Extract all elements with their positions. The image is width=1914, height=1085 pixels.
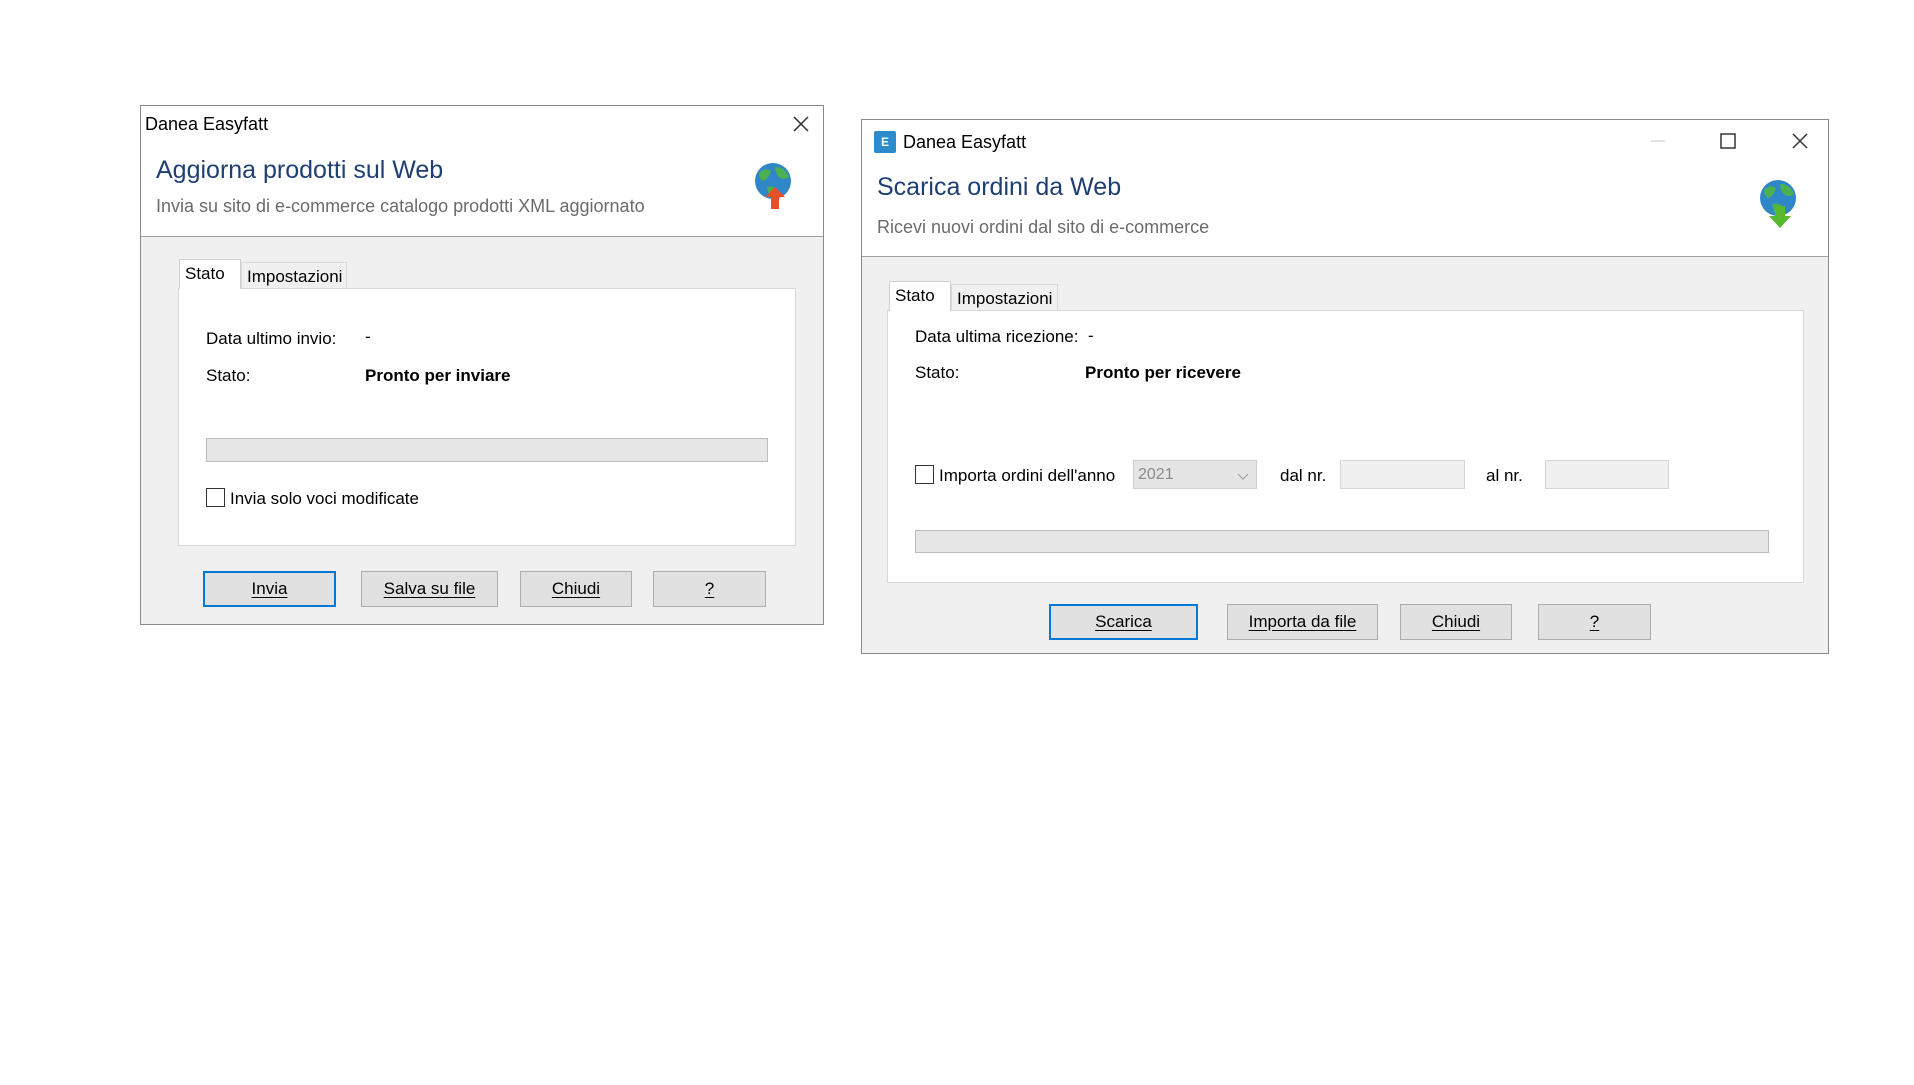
close-button[interactable]: Chiudi: [520, 571, 632, 607]
minimize-icon[interactable]: [1640, 128, 1676, 154]
save-to-file-button[interactable]: Salva su file: [361, 571, 498, 607]
close-button[interactable]: Chiudi: [1400, 604, 1512, 640]
chevron-down-icon: [1237, 469, 1249, 487]
last-receive-value: -: [1088, 326, 1094, 345]
page-subtitle: Ricevi nuovi ordini dal sito di e-commer…: [877, 217, 1210, 237]
from-label: dal nr.: [1280, 466, 1327, 485]
modified-only-label: Invia solo voci modificate: [230, 489, 419, 508]
modified-only-checkbox[interactable]: [206, 488, 225, 507]
help-button[interactable]: ?: [1538, 604, 1651, 640]
window-title: Danea Easyfatt: [903, 132, 1027, 152]
import-from-file-button[interactable]: Importa da file: [1227, 604, 1378, 640]
status-panel: Data ultima ricezione: - Stato: Pronto p…: [887, 310, 1804, 583]
close-icon[interactable]: [1782, 128, 1818, 154]
status-label: Stato:: [915, 363, 960, 382]
status-value: Pronto per inviare: [365, 366, 511, 385]
to-label: al nr.: [1486, 466, 1523, 485]
import-year-checkbox[interactable]: [915, 465, 934, 484]
progress-bar: [206, 438, 768, 462]
status-value: Pronto per ricevere: [1085, 363, 1241, 382]
download-titlebar: E Danea Easyfatt: [862, 120, 1828, 156]
globe-upload-icon: [753, 161, 797, 213]
tab-impostazioni[interactable]: Impostazioni: [951, 284, 1058, 311]
download-header: Scarica ordini da Web Ricevi nuovi ordin…: [862, 156, 1828, 257]
last-send-label: Data ultimo invio:: [206, 329, 337, 348]
page-title: Aggiorna prodotti sul Web: [156, 156, 444, 184]
upload-titlebar: Danea Easyfatt: [141, 106, 823, 140]
globe-download-icon: [1758, 178, 1802, 230]
status-label: Stato:: [206, 366, 251, 385]
maximize-icon[interactable]: [1710, 128, 1746, 154]
from-number-field[interactable]: [1340, 460, 1465, 489]
app-logo-icon: E: [874, 131, 896, 153]
status-panel: Data ultimo invio: - Stato: Pronto per i…: [178, 288, 796, 546]
help-button[interactable]: ?: [653, 571, 766, 607]
close-icon[interactable]: [789, 112, 813, 136]
upload-header: Aggiorna prodotti sul Web Invia su sito …: [141, 140, 823, 237]
download-dialog: E Danea Easyfatt Scarica ordini da Web R…: [861, 119, 1829, 654]
progress-bar: [915, 530, 1769, 553]
page-subtitle: Invia su sito di e-commerce catalogo pro…: [156, 196, 645, 216]
page-title: Scarica ordini da Web: [877, 173, 1122, 201]
send-button[interactable]: Invia: [203, 571, 336, 607]
year-value: 2021: [1138, 466, 1174, 483]
last-receive-label: Data ultima ricezione:: [915, 327, 1079, 346]
tab-impostazioni[interactable]: Impostazioni: [241, 262, 347, 289]
tab-stato[interactable]: Stato: [889, 281, 951, 311]
import-year-label: Importa ordini dell'anno: [939, 466, 1116, 485]
window-title: Danea Easyfatt: [145, 114, 269, 134]
last-send-value: -: [365, 327, 371, 346]
tab-stato[interactable]: Stato: [179, 259, 241, 289]
upload-dialog: Danea Easyfatt Aggiorna prodotti sul Web…: [140, 105, 824, 625]
to-number-field[interactable]: [1545, 460, 1669, 489]
download-button[interactable]: Scarica: [1049, 604, 1198, 640]
year-select[interactable]: 2021: [1133, 460, 1257, 489]
